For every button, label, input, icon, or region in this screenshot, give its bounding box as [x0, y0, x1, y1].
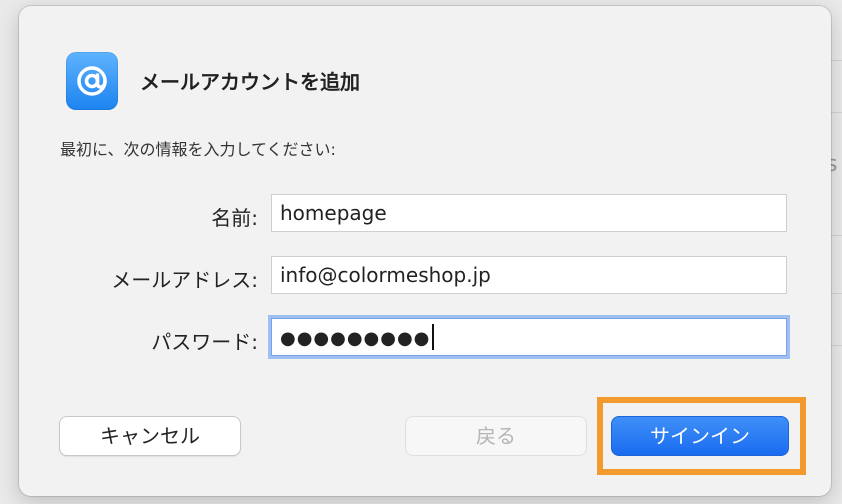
- dialog-title: メールアカウントを追加: [140, 70, 360, 94]
- cancel-button[interactable]: キャンセル: [59, 416, 241, 456]
- instruction-text: 最初に、次の情報を入力してください:: [60, 140, 336, 159]
- password-label: パスワード:: [151, 330, 258, 354]
- name-label: 名前:: [211, 206, 258, 230]
- name-field-value: homepage: [280, 201, 387, 225]
- email-field[interactable]: info@colormeshop.jp: [271, 256, 787, 294]
- mail-at-icon: [66, 52, 118, 110]
- password-field[interactable]: ●●●●●●●●●: [271, 318, 787, 356]
- back-button[interactable]: 戻る: [405, 416, 587, 456]
- email-field-value: info@colormeshop.jp: [280, 263, 491, 287]
- password-masked-value: ●●●●●●●●●: [280, 328, 431, 349]
- text-caret: [432, 324, 435, 350]
- name-field[interactable]: homepage: [271, 194, 787, 232]
- highlight-annotation-box: [597, 397, 806, 475]
- email-label: メールアドレス:: [111, 268, 258, 292]
